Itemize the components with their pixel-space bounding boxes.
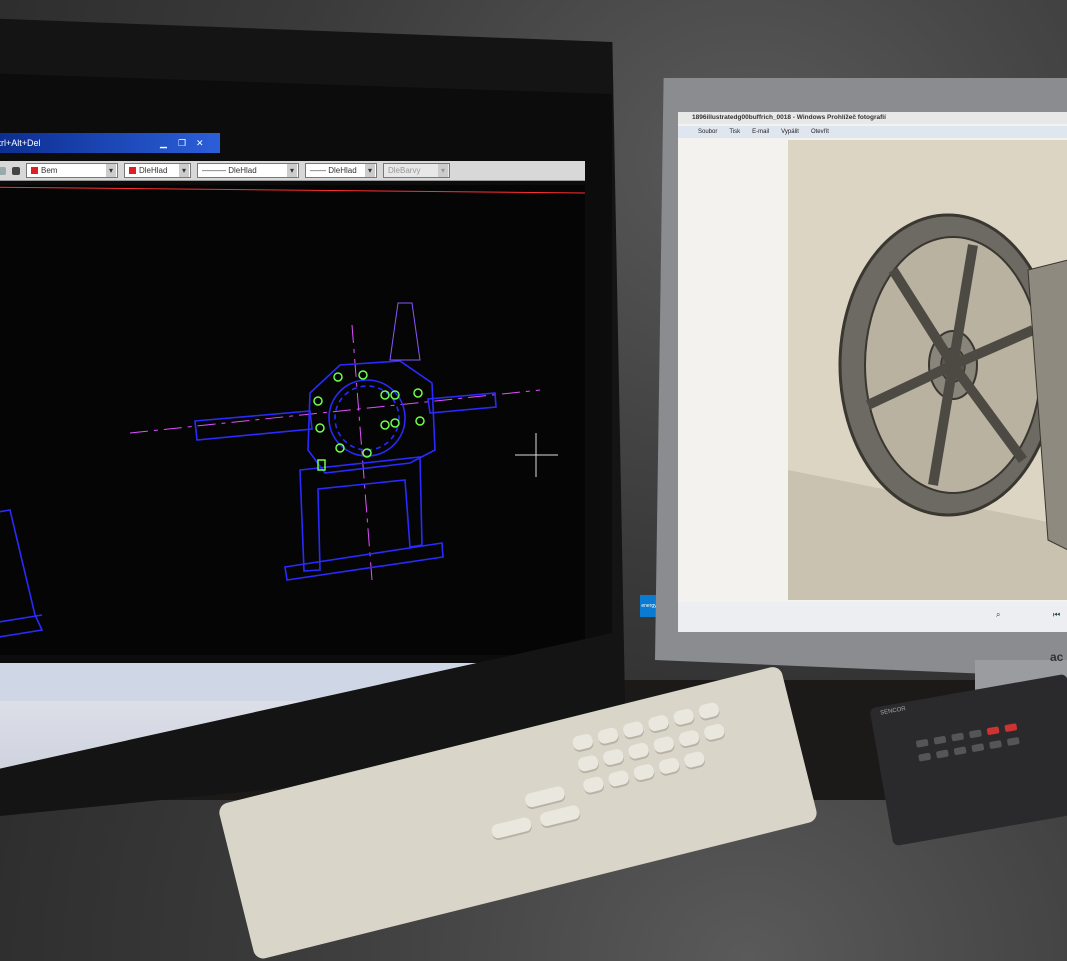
left-base-line bbox=[0, 614, 43, 626]
calculator-key bbox=[915, 738, 929, 748]
calculator-key bbox=[971, 743, 985, 753]
calculator-brand: SENCOR bbox=[879, 706, 907, 717]
viewer-menubar: Soubor Tisk E-mail Vypálit Otevřít bbox=[678, 126, 1067, 138]
color-select[interactable]: DleHlad bbox=[124, 163, 191, 178]
minimize-icon[interactable]: ▁ bbox=[160, 133, 167, 153]
cad-screen: Ctrl+Alt+Del ▁ ❐ ✕ Bem DleHlad ——— DleHl… bbox=[0, 73, 612, 773]
calculator-key bbox=[933, 735, 947, 745]
crosshair-icon bbox=[515, 433, 558, 477]
previous-icon[interactable]: ⏮ bbox=[1053, 610, 1060, 620]
keyboard-key bbox=[672, 707, 696, 727]
bolt-hole bbox=[413, 388, 423, 398]
keyboard-key bbox=[576, 754, 600, 773]
keyboard-key bbox=[632, 762, 656, 782]
keyboard-key bbox=[601, 747, 625, 767]
close-icon[interactable]: ✕ bbox=[196, 133, 204, 153]
system-clock: 22:57 bbox=[595, 685, 613, 692]
cad-titlebar: Ctrl+Alt+Del ▁ ❐ ✕ bbox=[0, 133, 220, 153]
calculator-key-clear bbox=[986, 726, 1000, 736]
calculator-key bbox=[918, 752, 932, 762]
calculator-key bbox=[989, 740, 1003, 750]
calculator-key bbox=[953, 746, 967, 756]
gearbox-pedestal bbox=[299, 456, 423, 572]
menu-item-open[interactable]: Otevřít bbox=[811, 126, 829, 138]
energy-star-icon: energy bbox=[640, 595, 658, 617]
linetype-select[interactable]: ——— DleHlad bbox=[197, 163, 299, 178]
keyboard-key bbox=[702, 722, 726, 742]
keyboard-key bbox=[652, 735, 676, 754]
keyboard-key bbox=[523, 785, 566, 809]
restore-icon[interactable]: ❐ bbox=[178, 133, 186, 153]
red-border-line bbox=[0, 186, 586, 194]
viewer-titlebar: 1896illustratedg00buffrich_0018 - Window… bbox=[678, 112, 1067, 124]
bolt-hole bbox=[415, 416, 425, 426]
menu-item-print[interactable]: Tisk bbox=[729, 126, 740, 138]
bolt-hole bbox=[380, 420, 390, 430]
network-icon[interactable] bbox=[578, 688, 588, 698]
scroll-left-icon[interactable]: ◂ bbox=[305, 721, 310, 732]
cad-drawing-area[interactable] bbox=[0, 185, 586, 655]
color-swatch bbox=[129, 167, 136, 175]
keyboard-key bbox=[571, 732, 595, 752]
bolt-hole bbox=[313, 396, 323, 406]
lock-icon[interactable] bbox=[12, 166, 20, 175]
gearbox-assembly bbox=[0, 302, 541, 641]
keyboard-key bbox=[596, 726, 620, 745]
keyboard-key bbox=[582, 775, 605, 794]
calculator-key bbox=[968, 729, 982, 739]
monitor-brand-logo: ac bbox=[1050, 650, 1064, 664]
bolt-hole bbox=[358, 370, 368, 380]
photo-viewer: 1896illustratedg00buffrich_0018 - Window… bbox=[678, 112, 1067, 632]
window-title: Ctrl+Alt+Del bbox=[0, 138, 41, 148]
calculator-key bbox=[1006, 736, 1020, 746]
keyboard-key bbox=[538, 804, 582, 828]
menu-item-burn[interactable]: Vypálit bbox=[781, 126, 799, 138]
keyboard-key bbox=[627, 741, 650, 760]
viewer-controls: ⌕ ⏮ bbox=[678, 602, 1067, 632]
menu-item-email[interactable]: E-mail bbox=[752, 126, 769, 138]
bolt-hole bbox=[390, 418, 400, 428]
calculator-key bbox=[951, 732, 965, 742]
layer-color-swatch bbox=[31, 167, 38, 175]
base-plate bbox=[284, 542, 444, 581]
freeze-icon[interactable] bbox=[0, 166, 6, 175]
keyboard-key bbox=[677, 728, 701, 748]
keyboard-key bbox=[682, 750, 706, 769]
keyboard-key bbox=[607, 769, 631, 788]
shaft-left bbox=[194, 410, 313, 441]
calculator-key bbox=[935, 749, 949, 759]
top-bolts bbox=[389, 302, 421, 361]
engraving-image bbox=[788, 140, 1067, 600]
keyboard-key bbox=[697, 701, 721, 720]
cad-drawing bbox=[0, 186, 586, 641]
calculator-key-clear bbox=[1004, 723, 1018, 733]
layer-select[interactable]: Bem bbox=[26, 163, 118, 178]
keyboard-key bbox=[647, 713, 670, 733]
menu-item-file[interactable]: Soubor bbox=[698, 126, 717, 138]
bolt-holes bbox=[313, 370, 425, 471]
plotstyle-select: DleBarvy bbox=[383, 163, 450, 178]
keyboard-key bbox=[621, 720, 645, 739]
bolt-hole bbox=[315, 423, 325, 433]
zoom-icon[interactable]: ⌕ bbox=[996, 610, 1000, 620]
keyboard-key bbox=[657, 756, 681, 776]
flywheel-engraving bbox=[788, 140, 1067, 600]
bolt-hole bbox=[333, 372, 343, 382]
keyboard-key bbox=[490, 816, 533, 840]
layer-toolbar: Bem DleHlad ——— DleHlad —— DleHlad DleBa… bbox=[0, 161, 585, 181]
bolt-hole bbox=[380, 390, 390, 400]
cad-statusbar: 22:57 bbox=[0, 663, 613, 701]
left-monitor: Ctrl+Alt+Del ▁ ❐ ✕ Bem DleHlad ——— DleHl… bbox=[0, 18, 626, 818]
lineweight-select[interactable]: —— DleHlad bbox=[305, 163, 377, 178]
